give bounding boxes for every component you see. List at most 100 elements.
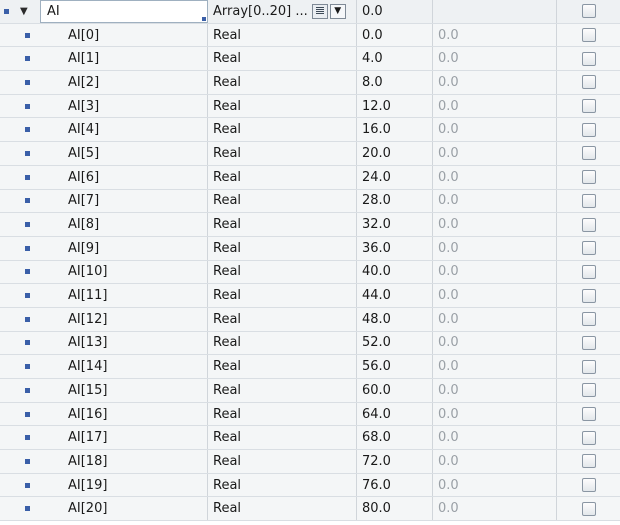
element-type-cell[interactable]: Real xyxy=(208,284,357,307)
element-name-cell[interactable]: AI[9] xyxy=(40,236,208,260)
element-type-cell[interactable]: Real xyxy=(208,118,357,142)
element-checkbox-cell[interactable] xyxy=(557,47,620,70)
element-type-cell[interactable]: Real xyxy=(208,331,357,355)
checkbox[interactable] xyxy=(581,146,596,161)
element-checkbox-cell[interactable] xyxy=(557,24,620,47)
array-element-row[interactable]: AI[14] Real 56.0 0.0 xyxy=(0,355,620,379)
element-checkbox-cell[interactable] xyxy=(557,332,620,355)
element-type-cell[interactable]: Real xyxy=(208,165,357,189)
element-name-cell[interactable]: AI[17] xyxy=(40,426,208,450)
element-start-value-cell[interactable]: 32.0 xyxy=(357,213,433,236)
element-name-cell[interactable]: AI[6] xyxy=(40,165,208,189)
checkbox[interactable] xyxy=(581,99,596,114)
element-type-cell[interactable]: Real xyxy=(208,142,357,165)
element-checkbox-cell[interactable] xyxy=(557,450,620,473)
element-name-cell[interactable]: AI[2] xyxy=(40,71,208,94)
array-root-row[interactable]: ▼ AI Array[0..20] ... ▼ 0.0 xyxy=(0,0,620,24)
checkbox[interactable] xyxy=(581,75,596,90)
array-element-row[interactable]: AI[8] Real 32.0 0.0 xyxy=(0,213,620,237)
element-start-value-cell[interactable]: 64.0 xyxy=(357,402,433,426)
element-type-cell[interactable]: Real xyxy=(208,426,357,450)
checkbox[interactable] xyxy=(581,241,596,256)
element-start-value-cell[interactable]: 36.0 xyxy=(357,236,433,260)
element-type-cell[interactable]: Real xyxy=(208,497,357,521)
array-element-row[interactable]: AI[2] Real 8.0 0.0 xyxy=(0,71,620,95)
element-start-value-cell[interactable]: 16.0 xyxy=(357,118,433,142)
element-checkbox-cell[interactable] xyxy=(557,71,620,94)
array-element-row[interactable]: AI[0] Real 0.0 0.0 xyxy=(0,23,620,48)
checkbox[interactable] xyxy=(581,170,596,185)
element-type-cell[interactable]: Real xyxy=(208,213,357,236)
element-start-value-cell[interactable]: 0.0 xyxy=(357,23,433,47)
checkbox[interactable] xyxy=(581,288,596,303)
array-element-row[interactable]: AI[4] Real 16.0 0.0 xyxy=(0,118,620,143)
element-checkbox-cell[interactable] xyxy=(557,474,620,497)
element-type-cell[interactable]: Real xyxy=(208,47,357,71)
checkbox[interactable] xyxy=(581,264,596,279)
element-type-cell[interactable]: Real xyxy=(208,94,357,118)
element-start-value-cell[interactable]: 44.0 xyxy=(357,284,433,307)
root-type-cell[interactable]: Array[0..20] ... ▼ xyxy=(208,0,357,23)
array-element-row[interactable]: AI[15] Real 60.0 0.0 xyxy=(0,379,620,403)
element-start-value-cell[interactable]: 12.0 xyxy=(357,94,433,118)
element-name-cell[interactable]: AI[0] xyxy=(40,23,208,47)
element-type-cell[interactable]: Real xyxy=(208,355,357,378)
element-start-value-cell[interactable]: 68.0 xyxy=(357,426,433,450)
checkbox[interactable] xyxy=(581,383,596,398)
element-type-cell[interactable]: Real xyxy=(208,402,357,426)
element-name-cell[interactable]: AI[19] xyxy=(40,473,208,497)
array-element-row[interactable]: AI[19] Real 76.0 0.0 xyxy=(0,473,620,498)
checkbox[interactable] xyxy=(581,430,596,445)
element-checkbox-cell[interactable] xyxy=(557,190,620,213)
element-name-cell[interactable]: AI[15] xyxy=(40,379,208,402)
array-element-row[interactable]: AI[17] Real 68.0 0.0 xyxy=(0,426,620,451)
element-name-cell[interactable]: AI[10] xyxy=(40,260,208,284)
array-element-row[interactable]: AI[18] Real 72.0 0.0 xyxy=(0,450,620,474)
array-element-row[interactable]: AI[5] Real 20.0 0.0 xyxy=(0,142,620,166)
checkbox[interactable] xyxy=(581,217,596,232)
dropdown-button[interactable]: ▼ xyxy=(329,3,346,19)
array-element-row[interactable]: AI[3] Real 12.0 0.0 xyxy=(0,94,620,119)
element-type-cell[interactable]: Real xyxy=(208,473,357,497)
element-start-value-cell[interactable]: 40.0 xyxy=(357,260,433,284)
element-checkbox-cell[interactable] xyxy=(557,379,620,402)
checkbox[interactable] xyxy=(581,454,596,469)
element-name-cell[interactable]: AI[20] xyxy=(40,497,208,521)
expand-triangle-icon[interactable]: ▼ xyxy=(20,6,28,17)
element-name-cell[interactable]: AI[13] xyxy=(40,331,208,355)
element-name-cell[interactable]: AI[18] xyxy=(40,450,208,473)
array-element-row[interactable]: AI[12] Real 48.0 0.0 xyxy=(0,307,620,332)
checkbox[interactable] xyxy=(581,28,596,43)
array-element-row[interactable]: AI[13] Real 52.0 0.0 xyxy=(0,331,620,356)
element-start-value-cell[interactable]: 60.0 xyxy=(357,379,433,402)
element-type-cell[interactable]: Real xyxy=(208,379,357,402)
element-type-cell[interactable]: Real xyxy=(208,23,357,47)
array-element-row[interactable]: AI[11] Real 44.0 0.0 xyxy=(0,284,620,308)
element-start-value-cell[interactable]: 52.0 xyxy=(357,331,433,355)
element-name-cell[interactable]: AI[5] xyxy=(40,142,208,165)
array-element-row[interactable]: AI[6] Real 24.0 0.0 xyxy=(0,165,620,190)
element-type-cell[interactable]: Real xyxy=(208,71,357,94)
element-checkbox-cell[interactable] xyxy=(557,497,620,520)
array-element-row[interactable]: AI[7] Real 28.0 0.0 xyxy=(0,189,620,214)
element-start-value-cell[interactable]: 56.0 xyxy=(357,355,433,378)
element-checkbox-cell[interactable] xyxy=(557,95,620,118)
element-checkbox-cell[interactable] xyxy=(557,213,620,236)
element-start-value-cell[interactable]: 72.0 xyxy=(357,450,433,473)
checkbox[interactable] xyxy=(581,51,596,66)
element-start-value-cell[interactable]: 80.0 xyxy=(357,497,433,521)
checkbox[interactable] xyxy=(581,4,596,19)
array-element-row[interactable]: AI[9] Real 36.0 0.0 xyxy=(0,236,620,261)
element-checkbox-cell[interactable] xyxy=(557,355,620,378)
element-start-value-cell[interactable]: 28.0 xyxy=(357,189,433,213)
element-checkbox-cell[interactable] xyxy=(557,308,620,331)
element-type-cell[interactable]: Real xyxy=(208,307,357,331)
element-name-cell[interactable]: AI[7] xyxy=(40,189,208,213)
element-checkbox-cell[interactable] xyxy=(557,118,620,141)
checkbox[interactable] xyxy=(581,312,596,327)
element-type-cell[interactable]: Real xyxy=(208,236,357,260)
element-name-cell[interactable]: AI[3] xyxy=(40,94,208,118)
element-start-value-cell[interactable]: 20.0 xyxy=(357,142,433,165)
element-name-cell[interactable]: AI[12] xyxy=(40,307,208,331)
root-checkbox-cell[interactable] xyxy=(557,0,620,23)
